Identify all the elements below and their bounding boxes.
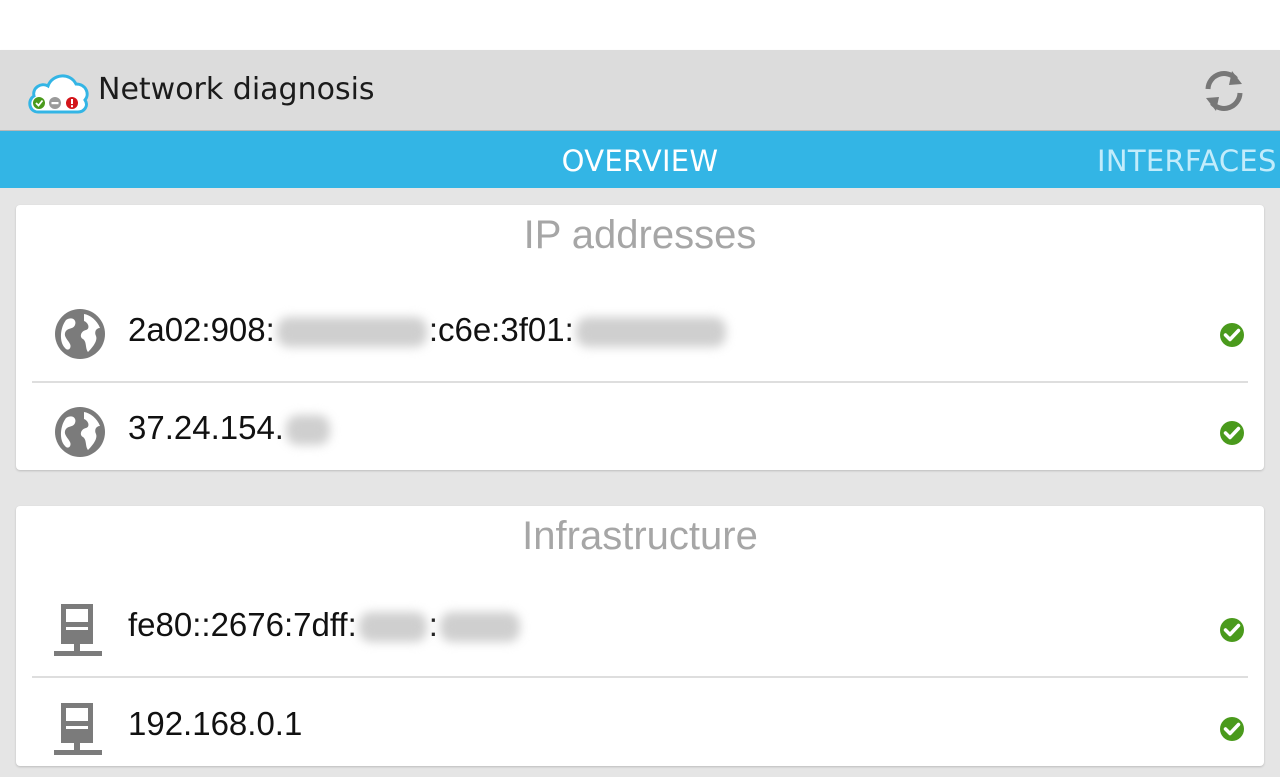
network-device-icon: [54, 604, 102, 656]
status-strip: [0, 0, 1280, 50]
list-item[interactable]: 37.24.154.: [32, 382, 1248, 470]
app-title: Network diagnosis: [98, 72, 375, 107]
list-item[interactable]: 192.168.0.1: [32, 678, 1248, 777]
tab-interfaces[interactable]: INTERFACES: [1097, 144, 1277, 178]
ip-address-middle: :: [428, 606, 438, 643]
ip-address-prefix: fe80::2676:7dff:: [128, 606, 357, 643]
ip-address-text: 2a02:908: :c6e:3f01:: [128, 311, 728, 349]
globe-icon: [55, 309, 105, 359]
redacted-segment: [439, 612, 520, 643]
ip-address-middle: :c6e:3f01:: [428, 311, 574, 348]
section-title: Infrastructure: [522, 514, 758, 558]
globe-icon: [55, 407, 105, 457]
tab-overview[interactable]: OVERVIEW: [0, 144, 1280, 178]
ip-address-prefix: 2a02:908:: [128, 311, 275, 348]
check-icon: [1220, 421, 1244, 445]
ip-addresses-card: IP addresses 2a02:908: :c6e:3f01: 37.24.1…: [16, 205, 1264, 470]
section-title: IP addresses: [523, 213, 757, 257]
redacted-segment: [358, 612, 427, 643]
tab-bar: OVERVIEW INTERFACES: [0, 131, 1280, 188]
ip-address-text: 37.24.154.: [128, 409, 332, 447]
list-item[interactable]: fe80::2676:7dff::: [32, 579, 1248, 678]
app-cloud-icon: [28, 74, 89, 114]
redacted-segment: [285, 415, 330, 446]
action-bar: Network diagnosis: [0, 50, 1280, 131]
ip-address-text: 192.168.0.1: [128, 705, 302, 743]
ip-address-prefix: 37.24.154.: [128, 409, 284, 446]
ip-address-prefix: 192.168.0.1: [128, 705, 303, 742]
redacted-segment: [276, 317, 427, 348]
network-device-icon: [54, 703, 102, 755]
refresh-icon[interactable]: [1198, 65, 1250, 117]
check-icon: [1220, 323, 1244, 347]
infrastructure-card: Infrastructure fe80::2676:7dff:: 192.168…: [16, 506, 1264, 766]
list-item[interactable]: 2a02:908: :c6e:3f01:: [32, 284, 1248, 383]
check-icon: [1220, 618, 1244, 642]
ip-address-text: fe80::2676:7dff::: [128, 606, 522, 644]
redacted-segment: [575, 317, 726, 348]
